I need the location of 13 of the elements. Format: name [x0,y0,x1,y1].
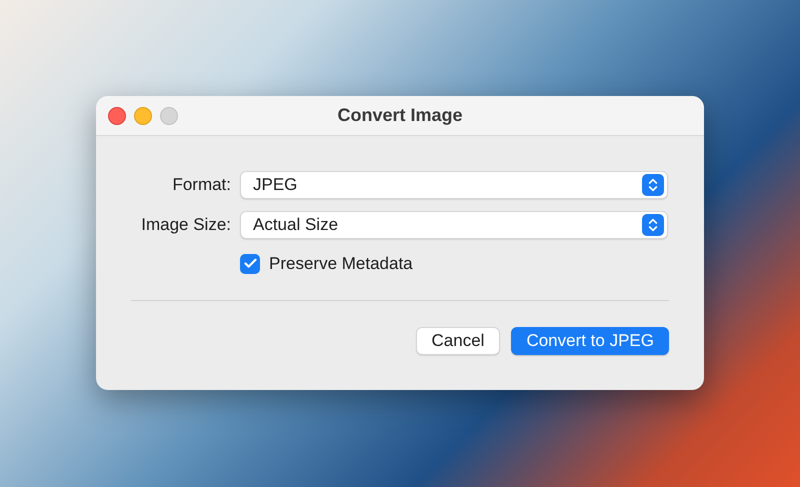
close-button[interactable] [108,107,126,125]
cancel-button[interactable]: Cancel [416,326,500,354]
popup-menu[interactable]: JPEG [240,171,668,199]
window-title: Convert Image [337,104,463,127]
popup-menu[interactable]: Actual Size [240,211,668,239]
convert-button[interactable]: Convert to JPEG [511,326,669,354]
checkbox-label: Preserve Metadata [269,253,413,275]
stepper-icon [642,174,664,196]
checkbox[interactable] [240,254,260,274]
field-label: Image Size: [140,214,231,236]
field-label: Format: [171,174,231,196]
stepper-icon [642,214,664,236]
minimize-button[interactable] [134,107,152,125]
